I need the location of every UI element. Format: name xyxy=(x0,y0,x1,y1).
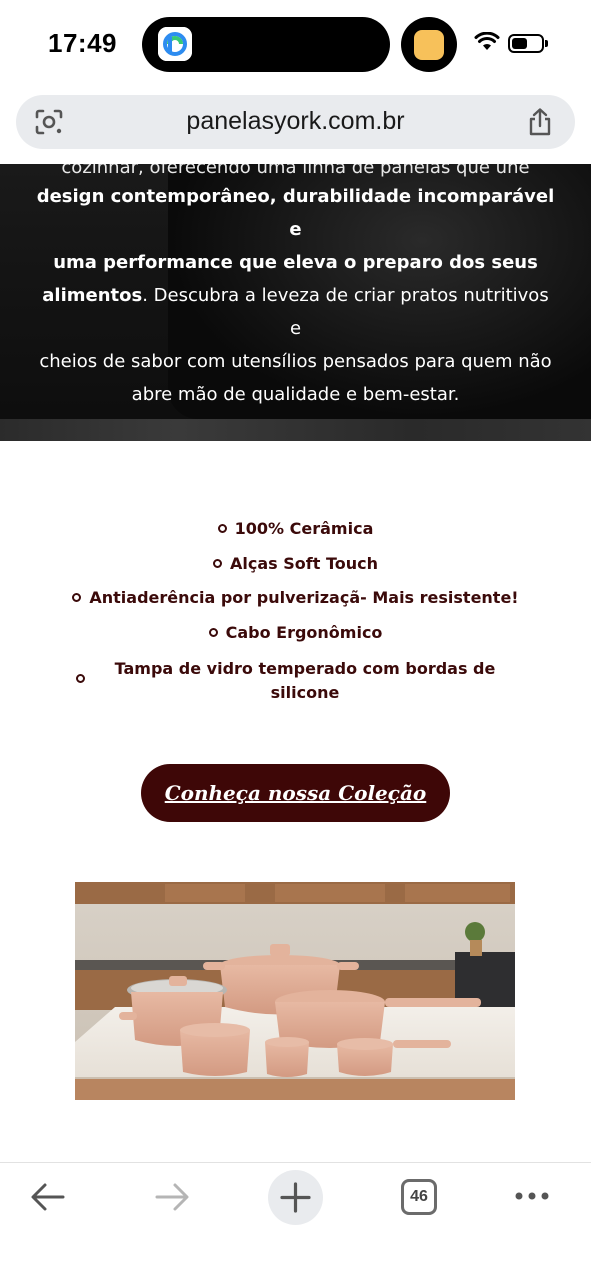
url-text: panelasyork.com.br xyxy=(186,107,405,135)
hero-bold-line-1: design contemporâneo, durabilidade incom… xyxy=(36,186,555,240)
battery-level xyxy=(512,38,527,49)
share-icon[interactable] xyxy=(526,107,554,137)
product-photo xyxy=(75,882,515,1100)
status-bar: 17:49 xyxy=(0,0,591,90)
address-bar[interactable]: panelasyork.com.br xyxy=(16,95,575,149)
hero-text-line-1: . Descubra a leveza de criar pratos nutr… xyxy=(142,285,549,339)
more-options-icon[interactable] xyxy=(514,1191,550,1201)
bullet-icon xyxy=(76,674,85,683)
browser-toolbar: 46 xyxy=(0,1162,591,1280)
live-activity-widget[interactable] xyxy=(401,17,457,72)
battery-icon xyxy=(508,34,544,53)
status-time: 17:49 xyxy=(48,28,117,58)
bullet-icon xyxy=(208,628,218,637)
feature-item: 100% Cerâmica xyxy=(0,519,591,538)
new-tab-button[interactable] xyxy=(268,1170,323,1225)
hero-text-line-2: cheios de sabor com utensílios pensados … xyxy=(39,351,552,372)
wifi-icon xyxy=(474,32,500,50)
feature-item: Cabo Ergonômico xyxy=(0,623,591,642)
hero-bottom-strip xyxy=(0,419,591,441)
widget-icon xyxy=(414,30,444,60)
hero-bold-line-2: uma performance que eleva o preparo dos … xyxy=(53,252,538,273)
tabs-count-button[interactable]: 46 xyxy=(401,1179,437,1215)
plus-icon xyxy=(280,1182,311,1213)
forward-arrow-icon[interactable] xyxy=(154,1181,190,1213)
battery-cap xyxy=(545,40,548,47)
feature-item: Alças Soft Touch xyxy=(0,554,591,573)
dynamic-island[interactable] xyxy=(142,17,390,72)
hero-text-line-3: abre mão de qualidade e bem-estar. xyxy=(131,384,460,405)
bullet-icon xyxy=(72,593,82,602)
live-activity-app-icon xyxy=(158,27,192,61)
hero-bold-word: alimentos xyxy=(42,285,143,306)
feature-item: Antiaderência por pulverizaçã- Mais resi… xyxy=(0,588,591,607)
bullet-icon xyxy=(213,559,222,568)
back-arrow-icon[interactable] xyxy=(30,1181,66,1213)
hero-description: design contemporâneo, durabilidade incom… xyxy=(34,180,557,411)
collection-cta-button[interactable]: Conheça nossa Coleção xyxy=(141,764,450,822)
hero-section: cozinhar, oferecendo uma linha de panela… xyxy=(0,164,591,441)
bullet-icon xyxy=(217,524,227,533)
